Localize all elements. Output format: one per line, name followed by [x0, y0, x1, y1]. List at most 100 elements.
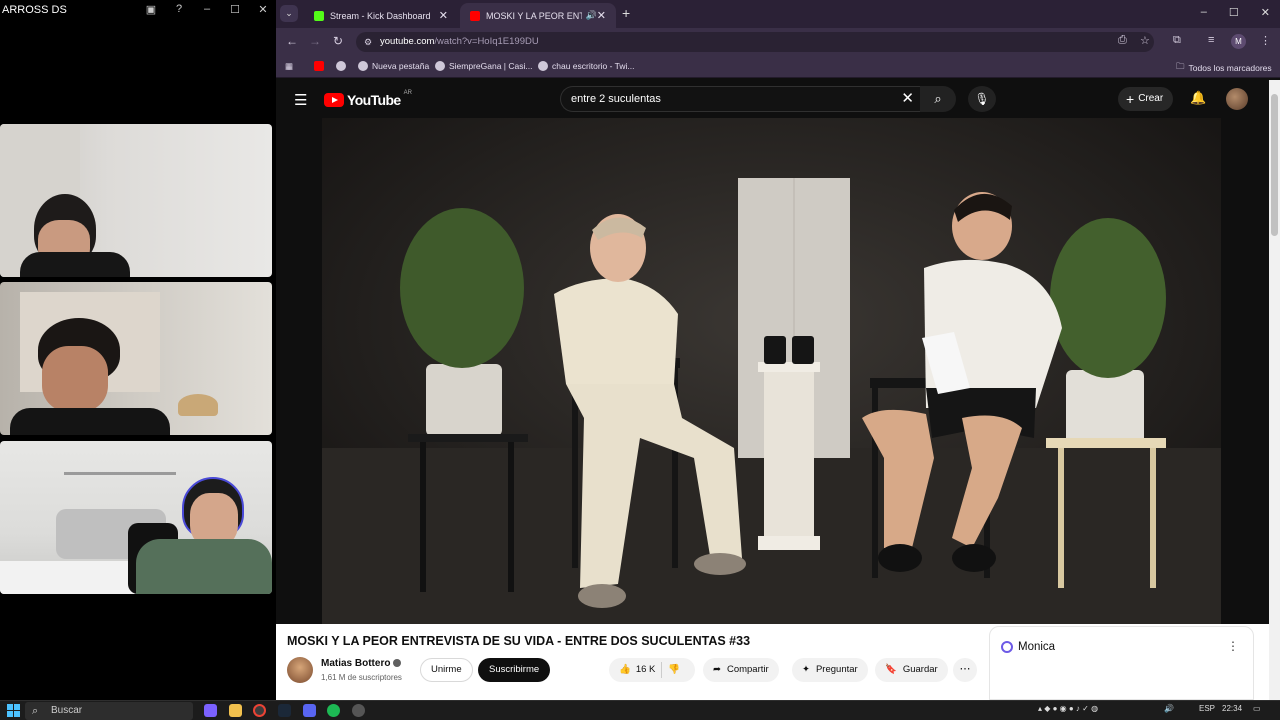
bookmark-globe[interactable]: [336, 61, 350, 71]
bookmark-star-icon[interactable]: ☆: [1140, 34, 1150, 47]
browser-window: ⌄ Stream - Kick Dashboard ✕ MOSKI Y LA P…: [276, 0, 1280, 700]
windows-taskbar: ⌕ Buscar ▴ ◆ ● ◉ ● ♪ ✓ ◍ 🔊 ESP 22:34 ▭: [0, 700, 1280, 720]
globe-icon: [358, 61, 368, 71]
channel-avatar[interactable]: [287, 657, 313, 683]
screen-share-icon[interactable]: ▣: [144, 3, 158, 16]
new-tab-button[interactable]: +: [622, 5, 630, 21]
ask-button[interactable]: ✦ Preguntar: [792, 658, 868, 682]
all-bookmarks-folder[interactable]: 🗀 Todos los marcadores: [1176, 61, 1272, 75]
copilot-icon[interactable]: [204, 704, 217, 717]
extensions-icon[interactable]: ⧉: [1173, 34, 1181, 47]
audio-playing-icon[interactable]: 🔊: [586, 10, 597, 21]
windows-start-icon[interactable]: [7, 704, 20, 717]
close-tab-icon[interactable]: ✕: [597, 9, 606, 22]
address-bar[interactable]: ⚙ youtube.com/watch?v=HoIq1E199DU: [356, 32, 1154, 52]
webcam-tile-1[interactable]: [0, 124, 272, 277]
chrome-icon[interactable]: [253, 704, 266, 717]
taskbar-search-label: Buscar: [51, 705, 83, 716]
forward-icon[interactable]: →: [309, 34, 321, 48]
minimize-icon[interactable]: –: [200, 3, 214, 16]
bookmarks-bar: ▦ Nueva pestaña SiempreGana | Casi... ch…: [276, 56, 1280, 78]
tab-search-icon[interactable]: ⌄: [280, 5, 298, 22]
notifications-bell-icon[interactable]: 🔔: [1190, 90, 1206, 106]
thumbs-up-icon: 👍: [619, 664, 631, 675]
monica-menu-icon[interactable]: ⋮: [1227, 639, 1239, 653]
folder-icon: 🗀: [1176, 61, 1185, 71]
close-icon[interactable]: ✕: [256, 3, 270, 16]
scrollbar-thumb[interactable]: [1271, 94, 1278, 236]
channel-name[interactable]: Matias Bottero: [321, 658, 402, 669]
notification-center-icon[interactable]: ▭: [1253, 704, 1261, 713]
obs-icon[interactable]: [352, 704, 365, 717]
taskbar-search[interactable]: ⌕ Buscar: [25, 702, 193, 720]
country-code: AR: [403, 90, 412, 96]
tab-youtube-video[interactable]: MOSKI Y LA PEOR ENTREVI 🔊 ✕: [460, 3, 616, 28]
maximize-icon[interactable]: ☐: [228, 3, 242, 16]
create-label: Crear: [1138, 93, 1164, 104]
search-query: entre 2 suculentas: [571, 93, 661, 105]
tab-label: MOSKI Y LA PEOR ENTREVI: [486, 10, 582, 21]
youtube-page: ☰ YouTube AR entre 2 suculentas ✕ ⌕ 🎙 + …: [276, 80, 1269, 700]
save-button[interactable]: 🔖 Guardar: [875, 658, 948, 682]
person-body: [20, 252, 130, 277]
file-explorer-icon[interactable]: [229, 704, 242, 717]
search-icon: ⌕: [934, 91, 942, 106]
account-avatar[interactable]: [1226, 88, 1248, 110]
kick-icon: [314, 10, 324, 21]
join-button[interactable]: Unirme: [420, 658, 473, 682]
install-app-icon[interactable]: ⎙: [1118, 34, 1127, 47]
share-button[interactable]: ➦ Compartir: [703, 658, 779, 682]
steam-icon[interactable]: [278, 704, 291, 717]
volume-icon[interactable]: 🔊: [1164, 704, 1174, 713]
person-body: [136, 539, 272, 594]
tab-kick-dashboard[interactable]: Stream - Kick Dashboard ✕: [304, 3, 458, 28]
shelf-shape: [64, 455, 176, 475]
maximize-icon[interactable]: ☐: [1229, 6, 1239, 19]
help-icon[interactable]: ?: [172, 3, 186, 16]
page-scrollbar[interactable]: [1269, 80, 1280, 700]
browser-window-controls: – ☐ ✕: [1201, 6, 1270, 19]
search-button[interactable]: ⌕: [920, 86, 956, 112]
subscribe-button[interactable]: Suscribirme: [478, 658, 551, 682]
globe-icon: [336, 61, 346, 71]
minimize-icon[interactable]: –: [1201, 6, 1207, 19]
like-button[interactable]: 👍 16 K: [619, 658, 655, 682]
clock[interactable]: 22:34: [1222, 704, 1242, 713]
apps-grid-icon[interactable]: ▦: [285, 61, 293, 72]
bookmark-youtube[interactable]: [314, 61, 328, 71]
profile-avatar[interactable]: M: [1231, 34, 1246, 49]
discord-icon[interactable]: [303, 704, 316, 717]
voice-search-button[interactable]: 🎙: [968, 86, 996, 112]
bookmark-nueva-pestana[interactable]: Nueva pestaña: [358, 61, 429, 71]
globe-icon: [538, 61, 548, 71]
spotify-icon[interactable]: [327, 704, 340, 717]
tab-strip: ⌄ Stream - Kick Dashboard ✕ MOSKI Y LA P…: [276, 0, 1280, 28]
hamburger-menu-icon[interactable]: ☰: [294, 91, 307, 109]
divider: [661, 662, 663, 678]
webcam-tile-3[interactable]: [0, 441, 272, 594]
language-indicator[interactable]: ESP: [1199, 704, 1215, 713]
youtube-logo[interactable]: YouTube AR: [324, 90, 412, 108]
video-player[interactable]: [322, 118, 1221, 624]
close-tab-icon[interactable]: ✕: [439, 9, 448, 22]
monica-side-panel[interactable]: Monica ⋮: [989, 626, 1254, 700]
tray-icons[interactable]: ▴ ◆ ● ◉ ● ♪ ✓ ◍: [1038, 704, 1098, 713]
youtube-icon: [470, 10, 480, 21]
globe-icon: [435, 61, 445, 71]
back-icon[interactable]: ←: [286, 34, 298, 48]
create-button[interactable]: + Crear: [1118, 87, 1174, 111]
menu-kebab-icon[interactable]: ⋮: [1260, 34, 1271, 47]
search-input[interactable]: entre 2 suculentas ✕: [560, 86, 920, 112]
webcam-tile-2[interactable]: [0, 282, 272, 435]
lamp-shape: [178, 394, 218, 416]
bookmark-chau-escritorio[interactable]: chau escritorio - Twi...: [538, 61, 635, 71]
media-controls-icon[interactable]: ≡: [1208, 34, 1214, 46]
reload-icon[interactable]: ↻: [333, 34, 343, 48]
call-window-title: ARROSS DS: [2, 4, 67, 16]
clear-search-icon[interactable]: ✕: [901, 87, 914, 111]
site-info-icon[interactable]: ⚙: [364, 32, 372, 52]
dislike-button[interactable]: 👎: [668, 658, 680, 682]
bookmark-siempregana[interactable]: SiempreGana | Casi...: [435, 61, 532, 71]
close-icon[interactable]: ✕: [1261, 6, 1270, 19]
more-actions-button[interactable]: ⋯: [953, 658, 977, 682]
